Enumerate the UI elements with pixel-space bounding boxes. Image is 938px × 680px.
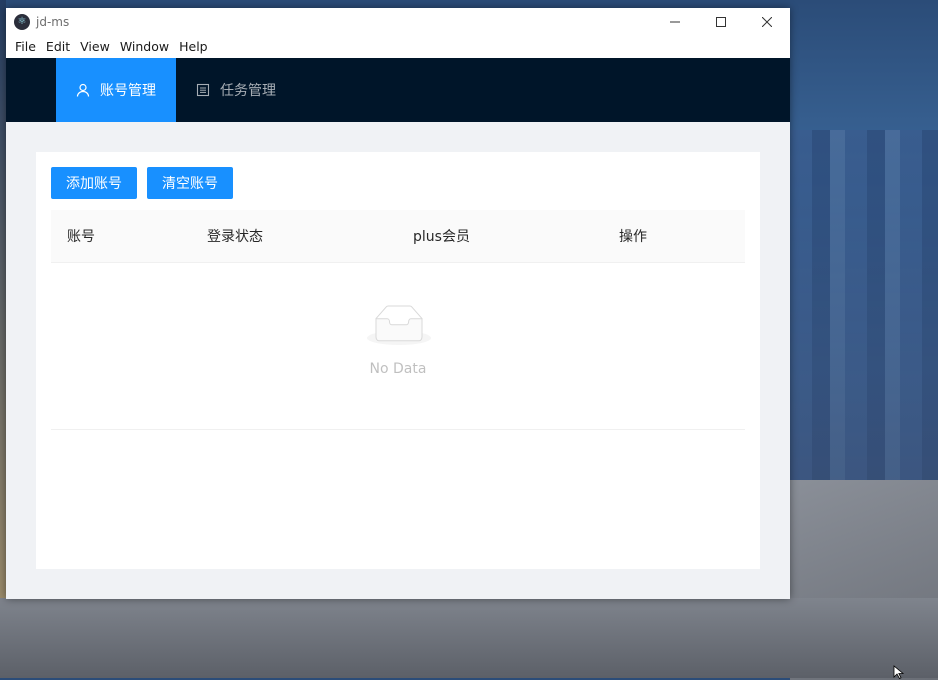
add-account-button[interactable]: 添加账号 <box>51 167 137 199</box>
nav-task-management[interactable]: 任务管理 <box>176 58 296 122</box>
account-table: 账号 登录状态 plus会员 操作 No Data <box>51 210 745 430</box>
wallpaper-road <box>0 598 938 678</box>
empty-text: No Data <box>369 361 427 377</box>
window-title: jd-ms <box>36 15 70 29</box>
close-button[interactable] <box>744 8 790 36</box>
column-account[interactable]: 账号 <box>51 226 191 246</box>
list-icon <box>196 83 210 97</box>
menu-bar: File Edit View Window Help <box>6 36 790 58</box>
electron-icon: ⚛ <box>14 14 30 30</box>
maximize-icon <box>716 17 726 27</box>
mouse-cursor-icon <box>893 665 905 679</box>
close-icon <box>762 17 772 27</box>
top-nav: 账号管理 任务管理 <box>6 58 790 122</box>
wallpaper-city <box>790 130 938 500</box>
app-window: ⚛ jd-ms File Edit View Window Help 账号管理 <box>6 8 790 599</box>
nav-task-label: 任务管理 <box>220 83 276 99</box>
main-content: 添加账号 清空账号 账号 登录状态 plus会员 操作 No Data <box>6 122 790 599</box>
empty-inbox-icon <box>367 305 431 345</box>
nav-account-management[interactable]: 账号管理 <box>56 58 176 122</box>
toolbar: 添加账号 清空账号 <box>51 167 233 199</box>
menu-help[interactable]: Help <box>174 36 213 58</box>
minimize-icon <box>670 21 680 23</box>
column-plus-member[interactable]: plus会员 <box>397 226 603 246</box>
nav-account-label: 账号管理 <box>100 83 156 99</box>
table-empty-state: No Data <box>51 263 745 430</box>
title-bar[interactable]: ⚛ jd-ms <box>6 8 790 36</box>
menu-file[interactable]: File <box>10 36 41 58</box>
menu-window[interactable]: Window <box>115 36 174 58</box>
clear-accounts-button[interactable]: 清空账号 <box>147 167 233 199</box>
maximize-button[interactable] <box>698 8 744 36</box>
column-actions[interactable]: 操作 <box>603 226 745 246</box>
menu-edit[interactable]: Edit <box>41 36 75 58</box>
table-header: 账号 登录状态 plus会员 操作 <box>51 210 745 263</box>
user-icon <box>76 83 90 97</box>
column-login-status[interactable]: 登录状态 <box>191 226 397 246</box>
minimize-button[interactable] <box>652 8 698 36</box>
account-card: 添加账号 清空账号 账号 登录状态 plus会员 操作 No Data <box>36 152 760 569</box>
menu-view[interactable]: View <box>75 36 115 58</box>
